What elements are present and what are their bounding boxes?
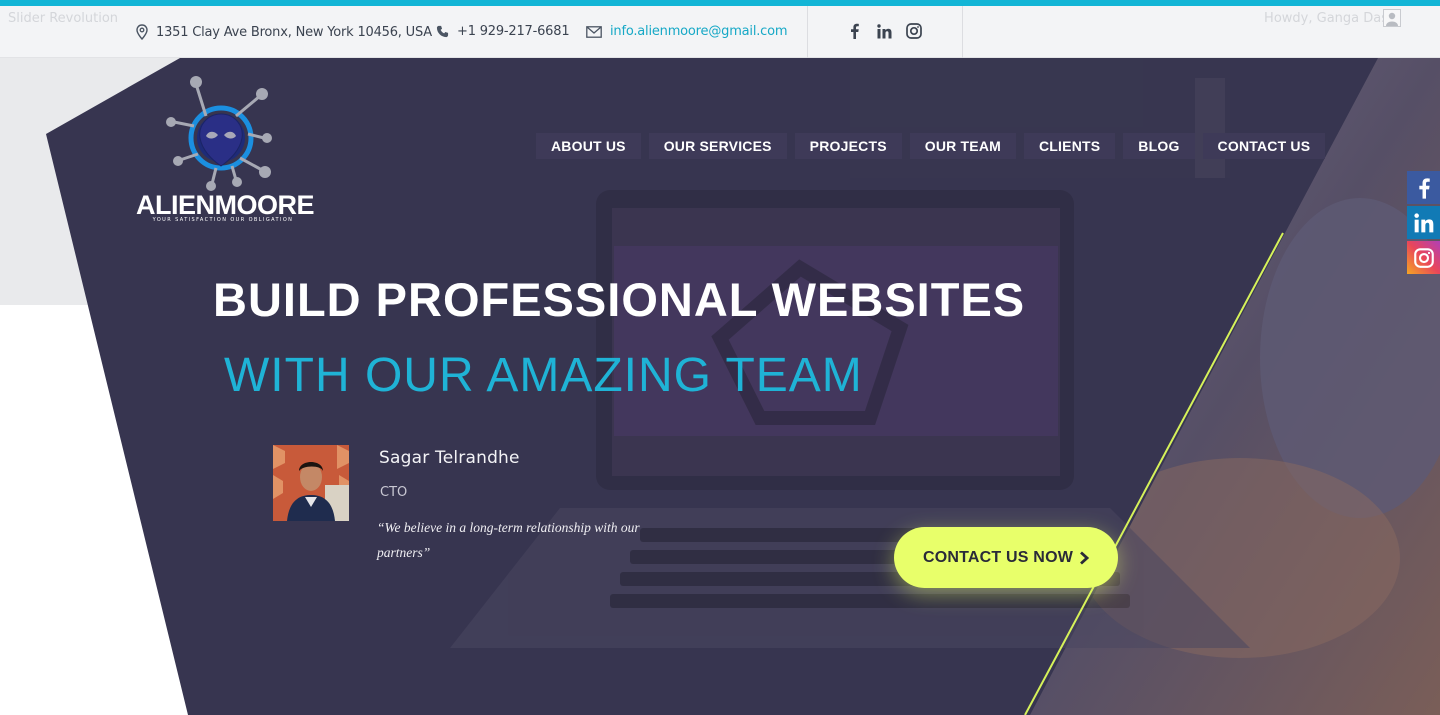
nav-about-us[interactable]: ABOUT US [536,133,641,159]
admin-avatar[interactable] [1383,9,1401,27]
contact-us-now-button[interactable]: CONTACT US NOW [894,527,1118,588]
topbar-divider-right [962,6,963,58]
nav-clients[interactable]: CLIENTS [1024,133,1116,159]
testimonial-avatar [273,445,349,521]
topbar-social-links [846,22,922,40]
testimonial-role: CTO [380,485,408,500]
alien-logo-icon [166,76,272,191]
hero-heading: BUILD PROFESSIONAL WEBSITES [213,273,1026,326]
admin-ghost-label: Slider Revolution [8,11,119,26]
nav-contact-us[interactable]: CONTACT US [1202,133,1326,159]
nav-our-services[interactable]: OUR SERVICES [648,133,787,159]
nav-projects[interactable]: PROJECTS [794,133,902,159]
admin-howdy-label[interactable]: Howdy, Ganga Das [1264,11,1388,26]
side-instagram-icon[interactable] [1407,241,1440,274]
brand-logo[interactable]: ALIENMOORE YOUR SATISFACTION OUR OBLIGAT… [136,74,315,224]
side-linkedin-icon[interactable] [1407,206,1440,239]
facebook-icon[interactable] [846,22,862,40]
phone-text[interactable]: +1 929-217-6681 [457,24,570,39]
testimonial-quote: “We believe in a long-term relationship … [377,520,640,560]
envelope-icon [586,25,602,38]
hero-subheading: WITH OUR AMAZING TEAM [224,349,863,402]
topbar-divider-left [807,6,808,58]
hero-section: ALIENMOORE YOUR SATISFACTION OUR OBLIGAT… [0,58,1440,715]
main-nav: ABOUT US OUR SERVICES PROJECTS OUR TEAM … [536,133,1326,159]
location-pin-icon [136,24,148,40]
email-link[interactable]: info.alienmoore@gmail.com [610,24,788,39]
logo-tagline: YOUR SATISFACTION OUR OBLIGATION [152,217,294,223]
phone-icon [436,25,449,38]
chevron-right-icon [1080,550,1090,565]
linkedin-icon[interactable] [876,22,892,40]
address-text: 1351 Clay Ave Bronx, New York 10456, USA [156,24,432,40]
cta-label: CONTACT US NOW [922,548,1074,566]
phone-item[interactable]: +1 929-217-6681 [436,24,570,39]
testimonial-name: Sagar Telrandhe [379,448,520,468]
email-item[interactable]: info.alienmoore@gmail.com [586,24,788,39]
address-item: 1351 Clay Ave Bronx, New York 10456, USA [136,24,432,40]
instagram-icon[interactable] [906,22,922,40]
nav-blog[interactable]: BLOG [1123,133,1195,159]
topbar: Slider Revolution Howdy, Ganga Das 1351 … [0,6,1440,58]
side-facebook-icon[interactable] [1407,171,1440,204]
side-social-bar [1407,171,1440,276]
nav-our-team[interactable]: OUR TEAM [909,133,1016,159]
